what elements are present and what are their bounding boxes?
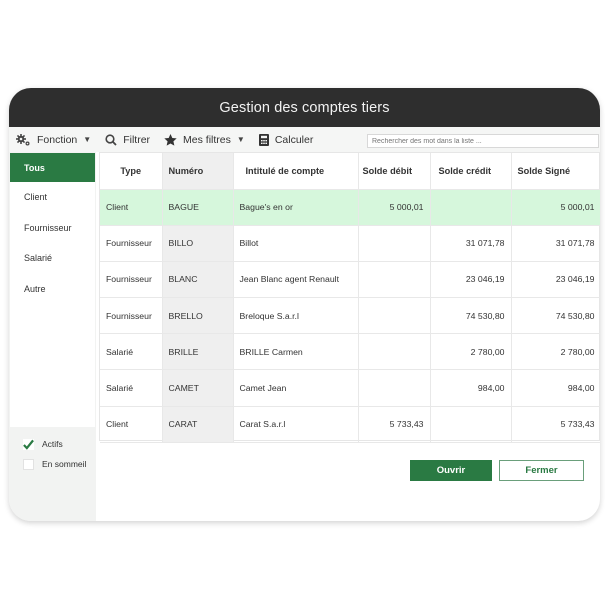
cell-credit: 23 046,19 [430,261,512,299]
sidebar-item-autre[interactable]: Autre [10,274,95,305]
fermer-button[interactable]: Fermer [499,460,584,481]
cell-credit [430,189,512,226]
cell-numero: CARAT [162,406,234,443]
calculator-icon [258,133,269,146]
cell-credit: 74 530,80 [430,297,512,335]
cell-intitule: Jean Blanc agent Renault [233,261,359,299]
sidebar-item-client[interactable]: Client [10,182,95,213]
empty-checkbox-icon [23,458,34,470]
cell-debit [358,261,431,299]
cell-credit: 984,00 [430,369,512,407]
cell-intitule: Breloque S.a.r.l [233,297,359,335]
cell-debit: 5 733,43 [358,406,431,443]
checkmark-icon [23,438,34,450]
caret-down-icon: ▼ [83,135,92,144]
fonction-menu-button[interactable]: Fonction ▼ [16,133,92,146]
cell-type: Fournisseur [100,261,163,299]
column-header-solde-debit[interactable]: Solde débit [358,153,431,190]
mes-filtres-menu-button[interactable]: Mes filtres ▼ [164,133,245,146]
table-row[interactable]: Fournisseur BLANC Jean Blanc agent Renau… [100,261,600,299]
cell-signe: 5 733,43 [511,406,600,443]
sidebar-item-fournisseur[interactable]: Fournisseur [10,213,95,244]
cell-intitule: Camet Jean [233,369,359,407]
cell-numero: BAGUE [162,189,234,226]
cell-type: Fournisseur [100,225,163,262]
cell-type: Client [100,189,163,226]
accounts-table: Type Numéro Intitulé de compte Solde déb… [99,152,600,443]
status-filters: Actifs En sommeil [23,434,86,474]
column-header-type[interactable]: Type [100,153,163,190]
sidebar-item-tous[interactable]: Tous [10,153,95,182]
mes-filtres-label: Mes filtres [183,133,231,146]
table-row[interactable]: Client BAGUE Bague's en or 5 000,01 5 00… [100,189,600,226]
fonction-label: Fonction [37,133,78,146]
cell-numero: BRILLE [162,333,234,371]
en-sommeil-checkbox[interactable]: En sommeil [23,454,86,474]
title-bar: Gestion des comptes tiers [9,88,600,127]
cell-type: Salarié [100,333,163,371]
search-icon [105,133,117,146]
cell-signe: 23 046,19 [511,261,600,299]
cell-intitule: BRILLE Carmen [233,333,359,371]
column-header-solde-credit[interactable]: Solde crédit [430,153,512,190]
window-title: Gestion des comptes tiers [219,99,390,116]
search-input[interactable] [367,134,599,148]
star-icon [164,133,177,146]
caret-down-icon: ▼ [236,135,245,144]
calculer-label: Calculer [274,133,314,146]
gears-icon [16,133,31,146]
cell-intitule: Carat S.a.r.l [233,406,359,443]
table-header-row: Type Numéro Intitulé de compte Solde déb… [100,153,600,190]
cell-numero: CAMET [162,369,234,407]
table-row[interactable]: Salarié BRILLE BRILLE Carmen 2 780,00 2 … [100,333,600,371]
cell-type: Fournisseur [100,297,163,335]
cell-numero: BRELLO [162,297,234,335]
cell-type: Salarié [100,369,163,407]
cell-signe: 31 071,78 [511,225,600,262]
table-row[interactable]: Client CARAT Carat S.a.r.l 5 733,43 5 73… [100,406,600,443]
cell-signe: 984,00 [511,369,600,407]
cell-intitule: Billot [233,225,359,262]
cell-credit: 2 780,00 [430,333,512,371]
sidebar-item-salarie[interactable]: Salarié [10,243,95,274]
cell-debit [358,369,431,407]
cell-debit [358,333,431,371]
cell-signe: 2 780,00 [511,333,600,371]
cell-debit: 5 000,01 [358,189,431,226]
cell-numero: BILLO [162,225,234,262]
column-header-numero[interactable]: Numéro [162,153,234,190]
table-row[interactable]: Fournisseur BRELLO Breloque S.a.r.l 74 5… [100,297,600,335]
cell-type: Client [100,406,163,443]
cell-intitule: Bague's en or [233,189,359,226]
calculer-button[interactable]: Calculer [258,133,314,146]
filtrer-button[interactable]: Filtrer [105,134,150,146]
category-list: Tous Client Fournisseur Salarié Autre [10,153,95,427]
cell-credit: 31 071,78 [430,225,512,262]
cell-numero: BLANC [162,261,234,299]
sidebar: Tous Client Fournisseur Salarié Autre Ac… [9,152,96,521]
actifs-checkbox[interactable]: Actifs [23,434,86,454]
cell-credit [430,406,512,443]
cell-signe: 5 000,01 [511,189,600,226]
cell-signe: 74 530,80 [511,297,600,335]
cell-debit [358,225,431,262]
table-row[interactable]: Fournisseur BILLO Billot 31 071,78 31 07… [100,225,600,262]
column-header-intitule[interactable]: Intitulé de compte [233,153,359,190]
filtrer-label: Filtrer [123,133,151,146]
column-header-solde-signe[interactable]: Solde Signé [511,153,600,190]
table-row[interactable]: Salarié CAMET Camet Jean 984,00 984,00 [100,369,600,407]
cell-debit [358,297,431,335]
accounts-window: Gestion des comptes tiers Fonction ▼ Fil… [9,88,600,521]
ouvrir-button[interactable]: Ouvrir [410,460,492,481]
